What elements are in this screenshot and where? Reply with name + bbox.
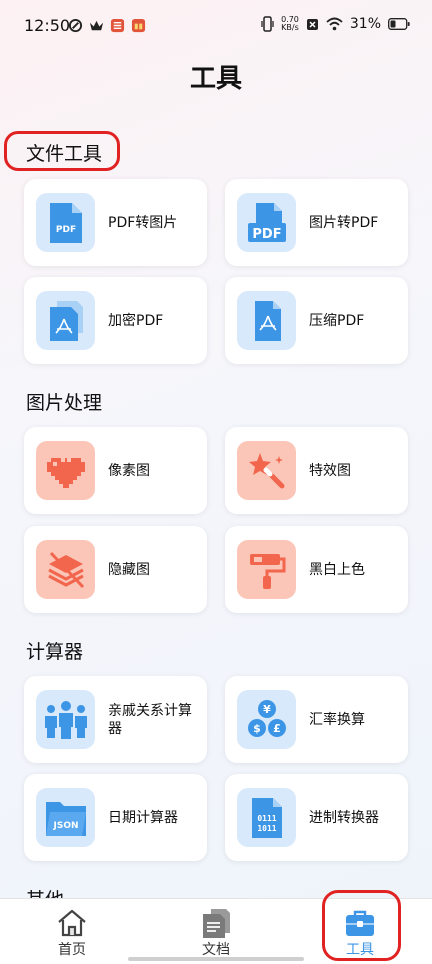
notification-icons bbox=[68, 18, 146, 33]
status-right: 0.70 KB/s 31% bbox=[261, 16, 410, 32]
battery-icon bbox=[388, 18, 410, 30]
tool-label: 图片转PDF bbox=[309, 214, 379, 231]
compress-pdf-icon bbox=[254, 300, 281, 341]
binary-file-icon: 0111 1011 bbox=[251, 797, 282, 838]
tool-icon-bg bbox=[237, 540, 296, 599]
battery-percent: 31% bbox=[349, 16, 381, 32]
wifi-icon bbox=[326, 17, 343, 31]
binary-line-2: 1011 bbox=[257, 824, 276, 833]
tool-icon-bg bbox=[237, 441, 296, 500]
tool-icon-bg bbox=[36, 291, 95, 350]
tool-icon-bg bbox=[36, 540, 95, 599]
paint-roller-icon bbox=[249, 553, 285, 589]
tool-card-compress-pdf[interactable]: 压缩PDF bbox=[225, 277, 408, 364]
tool-icon-bg: JSON bbox=[36, 788, 95, 847]
tool-label: 压缩PDF bbox=[309, 312, 365, 329]
json-icon-text: JSON bbox=[52, 821, 78, 831]
home-indicator bbox=[128, 957, 304, 961]
nav-highlight-box bbox=[322, 890, 401, 961]
section-title-file-tools: 文件工具 bbox=[26, 143, 103, 165]
tool-card-currency-exchange[interactable]: ¥ $ £ 汇率换算 bbox=[225, 676, 408, 763]
pdf-icon-text: PDF bbox=[55, 225, 75, 235]
tool-icon-bg: ¥ $ £ bbox=[237, 690, 296, 749]
family-icon bbox=[44, 700, 87, 739]
image-to-pdf-icon: PDF bbox=[247, 202, 286, 242]
app-badge-icon bbox=[110, 18, 125, 33]
tool-card-pdf-to-image[interactable]: PDF PDF转图片 bbox=[24, 179, 207, 266]
tool-label: 亲戚关系计算器 bbox=[108, 702, 192, 737]
tool-label: 像素图 bbox=[108, 462, 150, 479]
pdf-icon-text: PDF bbox=[252, 227, 281, 242]
hidden-layers-icon bbox=[47, 551, 84, 588]
nav-item-home[interactable]: 首页 bbox=[0, 899, 144, 964]
section-title-calculators: 计算器 bbox=[26, 641, 84, 663]
nav-item-documents[interactable]: 文档 bbox=[144, 899, 288, 964]
page-title: 工具 bbox=[189, 64, 242, 94]
tool-card-relative-calculator[interactable]: 亲戚关系计算器 bbox=[24, 676, 207, 763]
tool-icon-bg: 0111 1011 bbox=[237, 788, 296, 847]
tool-label: 汇率换算 bbox=[309, 711, 365, 728]
network-speed: 0.70 KB/s bbox=[281, 16, 299, 32]
yen-symbol: ¥ bbox=[263, 703, 271, 716]
currency-exchange-icon: ¥ $ £ bbox=[247, 699, 286, 737]
tool-card-base-converter[interactable]: 0111 1011 进制转换器 bbox=[225, 774, 408, 861]
home-icon bbox=[58, 909, 86, 937]
tool-icon-bg bbox=[36, 690, 95, 749]
status-time: 12:50 bbox=[24, 16, 71, 35]
vibrate-icon bbox=[261, 16, 274, 32]
tool-label: 特效图 bbox=[309, 462, 351, 479]
gift-icon bbox=[131, 18, 146, 33]
tool-icon-bg bbox=[36, 441, 95, 500]
tool-card-image-to-pdf[interactable]: PDF 图片转PDF bbox=[225, 179, 408, 266]
tool-card-effect-image[interactable]: 特效图 bbox=[225, 427, 408, 514]
crown-icon bbox=[89, 20, 104, 31]
json-folder-icon: JSON bbox=[45, 801, 86, 836]
pdf-document-icon: PDF bbox=[49, 202, 82, 243]
tool-card-colorize[interactable]: 黑白上色 bbox=[225, 526, 408, 613]
tool-card-hidden-image[interactable]: 隐藏图 bbox=[24, 526, 207, 613]
tool-label: PDF转图片 bbox=[108, 214, 178, 231]
status-bar: 12:50 0.70 KB/s 31% bbox=[0, 0, 432, 52]
dollar-symbol: $ bbox=[253, 722, 261, 735]
magic-wand-icon bbox=[248, 452, 284, 488]
tool-card-pixel-image[interactable]: 像素图 bbox=[24, 427, 207, 514]
tool-icon-bg bbox=[237, 291, 296, 350]
encrypted-pdf-icon bbox=[49, 300, 83, 341]
tool-icon-bg: PDF bbox=[36, 193, 95, 252]
net-speed-unit: KB/s bbox=[281, 23, 299, 32]
binary-line-1: 0111 bbox=[257, 814, 276, 823]
nav-label: 文档 bbox=[202, 942, 230, 958]
tool-card-date-calculator[interactable]: JSON 日期计算器 bbox=[24, 774, 207, 861]
tool-label: 进制转换器 bbox=[309, 809, 379, 826]
tool-label: 黑白上色 bbox=[309, 561, 365, 578]
nav-label: 首页 bbox=[58, 942, 86, 958]
tool-label: 加密PDF bbox=[108, 312, 164, 329]
pixel-heart-icon bbox=[46, 457, 85, 488]
document-icon bbox=[203, 909, 230, 938]
no-sim-icon bbox=[306, 18, 318, 30]
tool-label: 隐藏图 bbox=[108, 561, 150, 578]
section-title-image-processing: 图片处理 bbox=[26, 392, 103, 414]
tool-card-encrypt-pdf[interactable]: 加密PDF bbox=[24, 277, 207, 364]
tool-label: 日期计算器 bbox=[108, 809, 178, 826]
tool-icon-bg: PDF bbox=[237, 193, 296, 252]
app-notification-icon bbox=[68, 18, 83, 33]
pound-symbol: £ bbox=[273, 722, 281, 735]
